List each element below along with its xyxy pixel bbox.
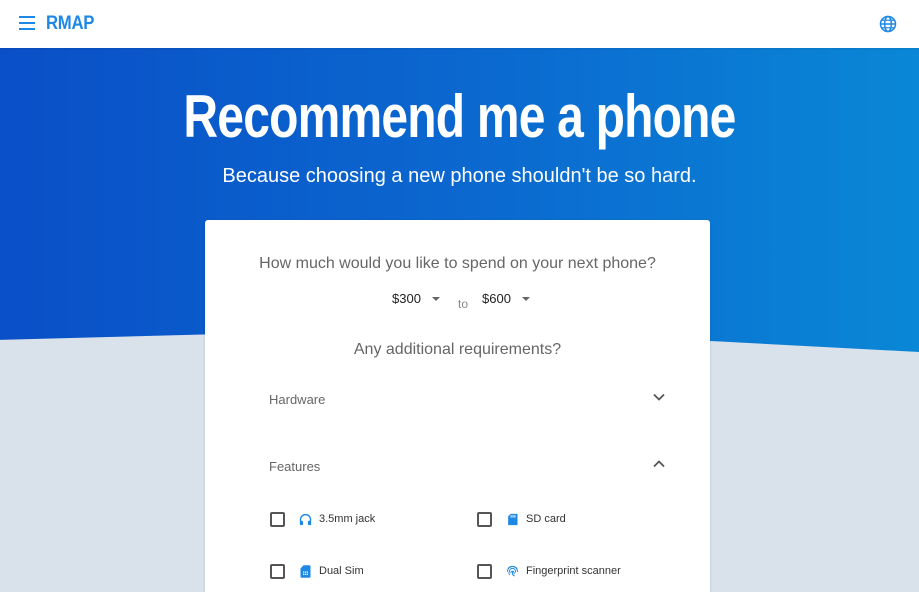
page-subtitle: Because choosing a new phone shouldn't b… (222, 165, 697, 187)
feature-fingerprint-scanner[interactable]: Fingerprint scanner (477, 562, 657, 582)
brand-logo[interactable]: RMAP (46, 13, 94, 35)
section-hardware-label: Hardware (269, 392, 326, 407)
budget-question: How much would you like to spend on your… (259, 255, 656, 272)
caret-down-icon (522, 297, 530, 301)
requirements-question: Any additional requirements? (353, 341, 562, 358)
feature-dual-sim[interactable]: Dual Sim (270, 562, 430, 582)
sd-card-icon (508, 513, 518, 526)
checkbox[interactable] (270, 564, 285, 579)
questionnaire-card: How much would you like to spend on your… (205, 220, 710, 592)
price-max-select[interactable]: $600 (482, 291, 532, 309)
section-features-label: Features (269, 459, 321, 474)
feature-headphone-jack[interactable]: 3.5mm jack (270, 510, 430, 530)
caret-down-icon (432, 297, 440, 301)
top-app-bar: RMAP (0, 0, 919, 48)
headphones-icon (299, 513, 312, 526)
feature-sd-card[interactable]: SD card (477, 510, 657, 530)
checkbox[interactable] (477, 564, 492, 579)
globe-icon[interactable] (879, 15, 897, 33)
fingerprint-icon (507, 565, 518, 577)
price-max-value: $600 (482, 291, 511, 306)
checkbox[interactable] (477, 512, 492, 527)
feature-label: 3.5mm jack (319, 513, 376, 525)
chevron-up-icon (653, 460, 665, 468)
price-min-select[interactable]: $300 (392, 291, 442, 309)
chevron-down-icon (653, 393, 665, 401)
price-min-value: $300 (392, 291, 421, 306)
sim-card-icon (300, 565, 311, 578)
feature-label: SD card (526, 513, 566, 525)
to-label: to (458, 297, 469, 311)
menu-icon[interactable] (19, 16, 35, 30)
section-hardware[interactable]: Hardware (269, 388, 665, 412)
checkbox[interactable] (270, 512, 285, 527)
section-features[interactable]: Features (269, 455, 665, 479)
page-title: Recommend me a phone (183, 83, 736, 150)
feature-label: Fingerprint scanner (526, 565, 621, 577)
feature-label: Dual Sim (319, 565, 364, 577)
